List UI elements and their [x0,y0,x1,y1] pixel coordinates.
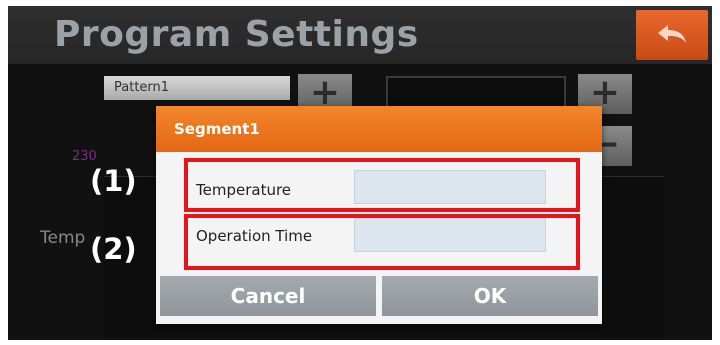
dialog-header: Segment1 [156,106,602,152]
temperature-input[interactable] [354,170,546,204]
device-screen: Program Settings Pattern1 + + − 230 Temp… [8,6,712,340]
operation-time-input[interactable] [354,218,546,252]
back-arrow-icon [658,25,686,43]
cancel-button[interactable]: Cancel [160,276,376,316]
operation-time-label: Operation Time [196,227,313,245]
temp-axis-value: 230 [72,149,97,164]
segment-dialog: Segment1 Temperature Operation Time Canc… [156,106,602,324]
page-title: Program Settings [54,14,419,55]
annotation-marker-2: (2) [90,232,137,266]
back-button[interactable] [636,10,708,60]
title-bar: Program Settings [8,6,712,64]
annotation-marker-1: (1) [90,164,137,198]
temperature-label: Temperature [196,181,292,199]
dialog-title: Segment1 [174,120,260,138]
ok-button[interactable]: OK [382,276,598,316]
pattern-name-field[interactable]: Pattern1 [104,76,290,100]
temp-axis-label: Temp [40,228,86,248]
